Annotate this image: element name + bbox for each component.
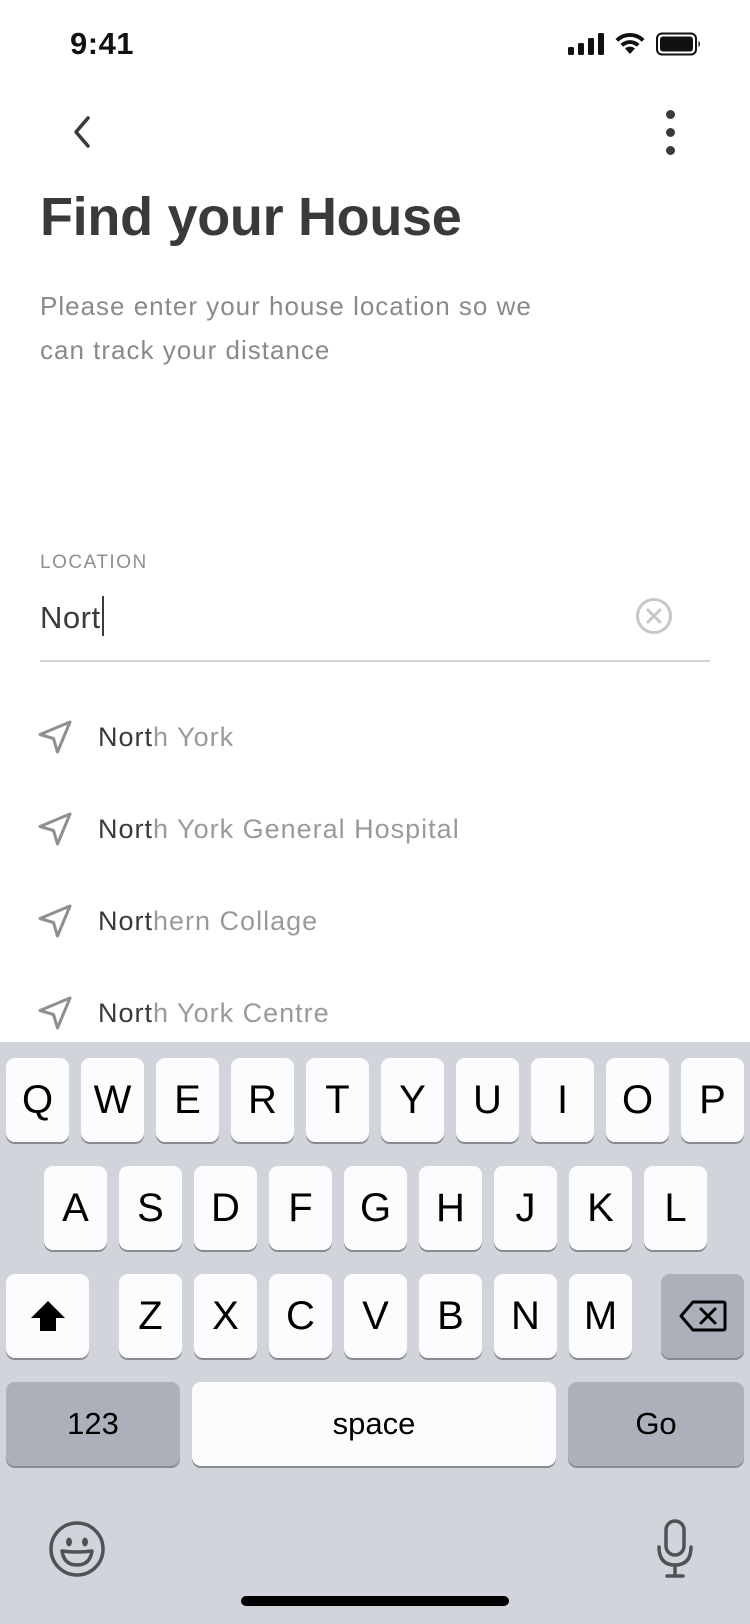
- suggestion-item[interactable]: North York: [0, 692, 750, 784]
- clear-circle-icon[interactable]: [634, 596, 674, 636]
- more-options-button[interactable]: [650, 104, 690, 160]
- suggestion-label: North York: [98, 722, 235, 752]
- space-key[interactable]: space: [192, 1382, 556, 1466]
- text-caret: [101, 596, 104, 636]
- shift-key[interactable]: [6, 1274, 89, 1358]
- key-s[interactable]: S: [119, 1166, 182, 1250]
- key-b[interactable]: B: [419, 1274, 482, 1358]
- status-icons: [568, 32, 702, 56]
- page-subtitle: Please enter your house location so we c…: [40, 291, 532, 365]
- key-j[interactable]: J: [494, 1166, 557, 1250]
- key-a[interactable]: A: [44, 1166, 107, 1250]
- location-field-label: LOCATION: [40, 552, 148, 573]
- microphone-icon[interactable]: [655, 1518, 695, 1580]
- backspace-icon: [679, 1300, 726, 1332]
- go-key[interactable]: Go: [568, 1382, 744, 1466]
- key-d[interactable]: D: [194, 1166, 257, 1250]
- key-e[interactable]: E: [156, 1058, 219, 1142]
- keyboard: Q W E R T Y U I O P A S D F G H J K L Z …: [0, 1042, 750, 1624]
- location-input-value[interactable]: Nort: [40, 596, 104, 636]
- key-y[interactable]: Y: [381, 1058, 444, 1142]
- key-v[interactable]: V: [344, 1274, 407, 1358]
- key-x[interactable]: X: [194, 1274, 257, 1358]
- key-p[interactable]: P: [681, 1058, 744, 1142]
- key-q[interactable]: Q: [6, 1058, 69, 1142]
- navigation-arrow-icon: [38, 720, 72, 754]
- navigation-arrow-icon: [38, 812, 72, 846]
- shift-icon: [30, 1301, 65, 1331]
- key-u[interactable]: U: [456, 1058, 519, 1142]
- location-input-text: Nort: [40, 600, 101, 635]
- suggestion-list: North York North York General Hospital N…: [0, 692, 750, 1060]
- key-g[interactable]: G: [344, 1166, 407, 1250]
- suggestion-item[interactable]: North York General Hospital: [0, 784, 750, 876]
- suggestion-item[interactable]: Northern Collage: [0, 876, 750, 968]
- key-m[interactable]: M: [569, 1274, 632, 1358]
- key-o[interactable]: O: [606, 1058, 669, 1142]
- numbers-key[interactable]: 123: [6, 1382, 180, 1466]
- key-k[interactable]: K: [569, 1166, 632, 1250]
- page-title: Find your House: [40, 187, 462, 247]
- key-h[interactable]: H: [419, 1166, 482, 1250]
- emoji-icon[interactable]: [48, 1520, 106, 1578]
- suggestion-label: North York General Hospital: [98, 814, 460, 844]
- key-n[interactable]: N: [494, 1274, 557, 1358]
- back-button[interactable]: [58, 108, 106, 156]
- key-z[interactable]: Z: [119, 1274, 182, 1358]
- suggestion-label: North York Centre: [98, 998, 330, 1028]
- home-indicator[interactable]: [241, 1596, 509, 1606]
- location-input[interactable]: Nort: [40, 588, 710, 662]
- navigation-arrow-icon: [38, 904, 72, 938]
- status-time: 9:41: [70, 26, 135, 61]
- suggestion-label: Northern Collage: [98, 906, 319, 936]
- chevron-left-icon: [74, 116, 90, 148]
- key-r[interactable]: R: [231, 1058, 294, 1142]
- more-vertical-icon: [665, 109, 675, 119]
- key-w[interactable]: W: [81, 1058, 144, 1142]
- cellular-signal-icon: [568, 33, 604, 55]
- key-f[interactable]: F: [269, 1166, 332, 1250]
- navigation-arrow-icon: [38, 996, 72, 1030]
- battery-icon: [656, 32, 700, 56]
- key-t[interactable]: T: [306, 1058, 369, 1142]
- status-bar: 9:41: [0, 0, 750, 92]
- key-i[interactable]: I: [531, 1058, 594, 1142]
- delete-key[interactable]: [661, 1274, 744, 1358]
- key-c[interactable]: C: [269, 1274, 332, 1358]
- key-l[interactable]: L: [644, 1166, 707, 1250]
- wifi-icon: [615, 32, 645, 54]
